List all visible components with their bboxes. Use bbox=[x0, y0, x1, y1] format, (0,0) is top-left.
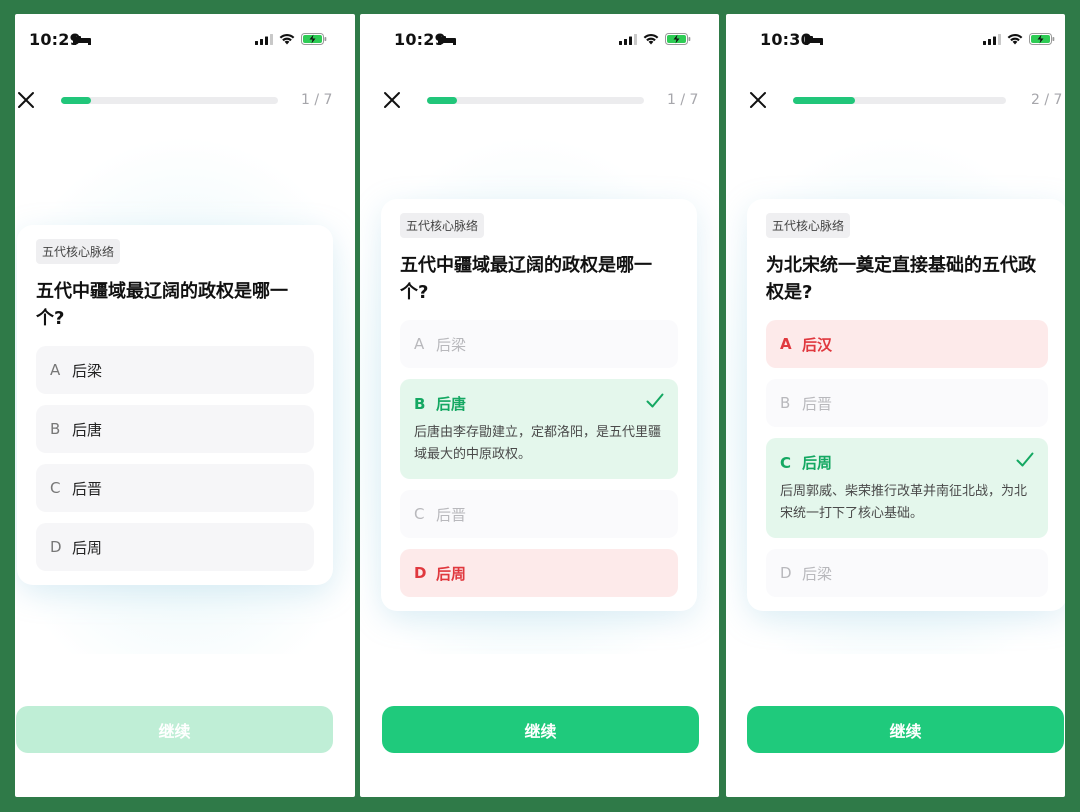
quiz-top-bar: 1 / 7 bbox=[360, 78, 719, 122]
option-d[interactable]: D 后周 bbox=[36, 523, 314, 571]
sleep-focus-icon bbox=[805, 35, 823, 45]
signal-icon bbox=[619, 33, 637, 45]
option-b[interactable]: B 后唐 bbox=[36, 405, 314, 453]
option-label: 后晋 bbox=[436, 505, 467, 524]
options-list: A 后梁 B 后唐 C 后晋 D 后周 bbox=[36, 346, 314, 571]
progress-bar bbox=[793, 97, 1006, 104]
progress-bar bbox=[61, 97, 278, 104]
option-label: 后梁 bbox=[72, 361, 103, 380]
status-bar: 10:29 bbox=[360, 14, 719, 64]
close-icon[interactable] bbox=[749, 91, 767, 109]
battery-charging-icon bbox=[301, 33, 327, 45]
status-icons bbox=[983, 33, 1055, 45]
question-card: 五代核心脉络 五代中疆域最辽阔的政权是哪一个? A 后梁 B 后唐 后唐由李存勖建立… bbox=[381, 199, 697, 611]
topic-tag: 五代核心脉络 bbox=[400, 213, 485, 238]
answer-explanation: 后唐由李存勖建立，定都洛阳，是五代里疆域最大的中原政权。 bbox=[414, 425, 662, 462]
step-counter: 1 / 7 bbox=[301, 92, 333, 108]
option-b[interactable]: B 后晋 bbox=[766, 379, 1048, 427]
option-label: 后汉 bbox=[802, 335, 833, 354]
status-bar: 10:29 bbox=[15, 14, 355, 64]
progress-fill bbox=[793, 97, 855, 104]
option-letter: B bbox=[414, 394, 426, 413]
option-letter: C bbox=[50, 479, 61, 497]
step-counter: 1 / 7 bbox=[667, 92, 699, 108]
step-counter: 2 / 7 bbox=[1031, 92, 1063, 108]
option-a[interactable]: A 后梁 bbox=[36, 346, 314, 394]
continue-button[interactable]: 继续 bbox=[747, 706, 1064, 753]
option-letter: D bbox=[50, 538, 62, 556]
answer-explanation: 后周郭威、柴荣推行改革并南征北战，为北宋统一打下了核心基础。 bbox=[780, 484, 1028, 521]
option-letter: B bbox=[50, 420, 61, 438]
battery-charging-icon bbox=[1029, 33, 1055, 45]
wifi-icon bbox=[1007, 33, 1023, 45]
quiz-screen-3: 10:30 2 / 7 五代核心脉络 为北宋统一奠定直接基础的五代政权是? A后… bbox=[726, 14, 1065, 797]
option-letter: A bbox=[780, 335, 792, 353]
checkmark-icon bbox=[1016, 452, 1034, 467]
sleep-focus-icon bbox=[73, 35, 91, 45]
option-d[interactable]: D 后梁 bbox=[766, 549, 1048, 597]
battery-charging-icon bbox=[665, 33, 691, 45]
option-label: 后梁 bbox=[802, 564, 833, 583]
checkmark-icon bbox=[646, 393, 664, 408]
question-text: 五代中疆域最辽阔的政权是哪一个? bbox=[400, 255, 652, 303]
progress-fill bbox=[427, 97, 458, 104]
topic-tag: 五代核心脉络 bbox=[36, 239, 121, 264]
close-icon[interactable] bbox=[383, 91, 401, 109]
wifi-icon bbox=[279, 33, 295, 45]
question-card: 五代核心脉络 为北宋统一奠定直接基础的五代政权是? A 后汉 B 后晋 C 后周 后周… bbox=[747, 199, 1065, 611]
quiz-screen-1: 10:29 1 / 7 五代核心脉络 五代中疆域最辽阔的政权是哪一个? A 后梁 … bbox=[15, 14, 355, 797]
option-label: 后周 bbox=[802, 454, 833, 472]
sleep-focus-icon bbox=[438, 35, 456, 45]
status-bar: 10:30 bbox=[726, 14, 1065, 64]
option-label: 后唐 bbox=[72, 420, 103, 439]
option-c[interactable]: C 后晋 bbox=[36, 464, 314, 512]
close-icon[interactable] bbox=[17, 91, 35, 109]
progress-bar bbox=[427, 97, 644, 104]
option-letter: D bbox=[780, 564, 792, 582]
option-letter: A bbox=[50, 361, 61, 379]
option-label: 后周 bbox=[436, 564, 467, 583]
option-a[interactable]: A 后梁 bbox=[400, 320, 678, 368]
option-letter: C bbox=[414, 505, 425, 523]
question-text: 五代中疆域最辽阔的政权是哪一个? bbox=[36, 281, 288, 329]
options-list: A 后汉 B 后晋 C 后周 后周郭威、柴荣推行改革并南征北战，为北宋统一打下了核心基… bbox=[766, 320, 1048, 597]
status-icons bbox=[619, 33, 691, 45]
option-c[interactable]: C 后晋 bbox=[400, 490, 678, 538]
continue-button[interactable]: 继续 bbox=[382, 706, 699, 753]
progress-fill bbox=[61, 97, 92, 104]
option-label: 后周 bbox=[72, 538, 103, 557]
option-c-correct[interactable]: C 后周 后周郭威、柴荣推行改革并南征北战，为北宋统一打下了核心基础。 bbox=[766, 438, 1048, 538]
continue-button[interactable]: 继续 bbox=[16, 706, 333, 753]
option-letter: A bbox=[414, 335, 425, 353]
option-label: 后晋 bbox=[802, 394, 833, 413]
question-text: 为北宋统一奠定直接基础的五代政权是? bbox=[766, 255, 1036, 303]
option-letter: B bbox=[780, 394, 791, 412]
wifi-icon bbox=[643, 33, 659, 45]
quiz-top-bar: 2 / 7 bbox=[726, 78, 1065, 122]
options-list: A 后梁 B 后唐 后唐由李存勖建立，定都洛阳，是五代里疆域最大的中原政权。 C 后晋… bbox=[400, 320, 678, 597]
quiz-top-bar: 1 / 7 bbox=[15, 78, 355, 122]
option-b-correct[interactable]: B 后唐 后唐由李存勖建立，定都洛阳，是五代里疆域最大的中原政权。 bbox=[400, 379, 678, 479]
option-a-wrong[interactable]: A 后汉 bbox=[766, 320, 1048, 368]
option-label: 后晋 bbox=[72, 479, 103, 498]
option-d-wrong[interactable]: D 后周 bbox=[400, 549, 678, 597]
option-letter: C bbox=[780, 453, 792, 472]
option-letter: D bbox=[414, 564, 427, 582]
signal-icon bbox=[983, 33, 1001, 45]
question-card: 五代核心脉络 五代中疆域最辽阔的政权是哪一个? A 后梁 B 后唐 C 后晋 D 后周 bbox=[17, 225, 333, 585]
quiz-screen-2: 10:29 1 / 7 五代核心脉络 五代中疆域最辽阔的政权是哪一个? A 后梁 … bbox=[360, 14, 719, 797]
signal-icon bbox=[255, 33, 273, 45]
option-label: 后唐 bbox=[436, 395, 467, 413]
option-label: 后梁 bbox=[436, 335, 467, 354]
status-icons bbox=[255, 33, 327, 45]
topic-tag: 五代核心脉络 bbox=[766, 213, 851, 238]
